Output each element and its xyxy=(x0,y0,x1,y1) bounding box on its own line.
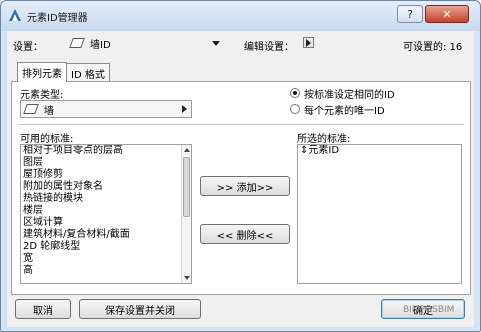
scroll-down-icon[interactable] xyxy=(184,276,190,280)
tab-id-format[interactable]: ID 格式 xyxy=(66,63,110,81)
radio-same-id[interactable] xyxy=(290,88,300,98)
title-bar: 元素ID管理器 ​ ? ✕ xyxy=(1,1,480,31)
element-type-dropdown[interactable]: 墙 xyxy=(20,100,192,118)
arrow-right-icon xyxy=(306,38,311,47)
list-item[interactable]: 宽 xyxy=(21,253,191,265)
window-title: 元素ID管理器 xyxy=(27,13,88,24)
list-item[interactable]: ⇕元素ID xyxy=(298,145,461,157)
settings-dropdown[interactable]: 墙ID xyxy=(67,34,222,52)
list-item[interactable]: 热链接的模块 xyxy=(21,193,191,205)
save-and-close-button-label: 保存设置并关闭 xyxy=(105,305,175,317)
tab-panel: 元素类型: 墙 按标准设定相同的ID 每个元素的唯一ID 可用的标准: 相对于项… xyxy=(11,81,471,295)
list-item[interactable]: 建筑材料/复合材料/截面 xyxy=(21,229,191,241)
remove-button-label: << 删除<< xyxy=(216,230,274,242)
chevron-down-icon xyxy=(212,40,220,46)
list-item[interactable]: 图层 xyxy=(21,157,191,169)
radio-same-id-label: 按标准设定相同的ID xyxy=(304,90,395,101)
radio-unique-id[interactable] xyxy=(290,104,300,114)
list-item[interactable]: 2D 轮廓线型 xyxy=(21,241,191,253)
cancel-button[interactable]: 取消 xyxy=(15,299,71,319)
element-type-value: 墙 xyxy=(44,105,54,117)
help-button[interactable]: ? xyxy=(397,5,423,23)
selected-criteria-label: 所选的标准: xyxy=(297,134,351,145)
list-item[interactable]: 高 xyxy=(21,265,191,277)
tab-arrange-elements[interactable]: 排列元素 xyxy=(17,62,67,82)
dialog-window: 元素ID管理器 ​ ? ✕ 设置： 墙ID 编辑设置： 可设置的: 16 排列元… xyxy=(0,0,481,332)
close-icon: ✕ xyxy=(442,7,452,21)
wall-icon xyxy=(69,38,85,48)
help-icon: ? xyxy=(407,7,413,21)
cancel-button-label: 取消 xyxy=(33,305,53,317)
remove-button[interactable]: << 删除<< xyxy=(200,224,290,244)
list-item[interactable]: 屋顶修剪 xyxy=(21,169,191,181)
selected-criteria-list[interactable]: ⇕元素ID xyxy=(297,144,462,284)
dialog-client: 设置： 墙ID 编辑设置： 可设置的: 16 排列元素 ID 格式 元素类型: … xyxy=(7,31,474,327)
list-item[interactable]: 附加的属性对象名 xyxy=(21,181,191,193)
edit-settings-button[interactable] xyxy=(303,37,314,48)
tab-label: 排列元素 xyxy=(22,69,62,80)
close-button[interactable]: ✕ xyxy=(425,5,469,23)
save-and-close-button[interactable]: 保存设置并关闭 xyxy=(79,299,201,319)
tab-label: ID 格式 xyxy=(71,70,105,81)
available-scrollbar[interactable] xyxy=(181,145,191,283)
radio-unique-id-label: 每个元素的唯一ID xyxy=(304,106,385,117)
add-button-label: >> 添加>> xyxy=(216,182,274,194)
scroll-up-icon[interactable] xyxy=(184,148,190,152)
settable-count: 可设置的: 16 xyxy=(403,42,463,53)
settings-value: 墙ID xyxy=(90,39,111,51)
scroll-thumb[interactable] xyxy=(183,157,190,217)
list-item-label: 元素ID xyxy=(308,145,340,156)
settings-label: 设置： xyxy=(13,42,43,53)
list-item[interactable]: 楼层 xyxy=(21,205,191,217)
add-button[interactable]: >> 添加>> xyxy=(200,176,290,196)
app-icon xyxy=(9,9,21,21)
list-item[interactable]: 相对于项目零点的层高 xyxy=(21,145,191,157)
element-type-label: 元素类型: xyxy=(20,90,64,101)
available-criteria-list[interactable]: 相对于项目零点的层高 图层 屋顶修剪 附加的属性对象名 热链接的模块 楼层 区域… xyxy=(20,144,192,284)
available-criteria-label: 可用的标准: xyxy=(20,134,74,145)
divider xyxy=(18,124,464,125)
edit-settings-label: 编辑设置： xyxy=(244,42,294,53)
wall-icon xyxy=(23,104,39,114)
arrow-right-icon xyxy=(182,105,187,113)
list-item[interactable]: 区域计算 xyxy=(21,217,191,229)
watermark: BIMPOSBIM xyxy=(403,305,455,315)
